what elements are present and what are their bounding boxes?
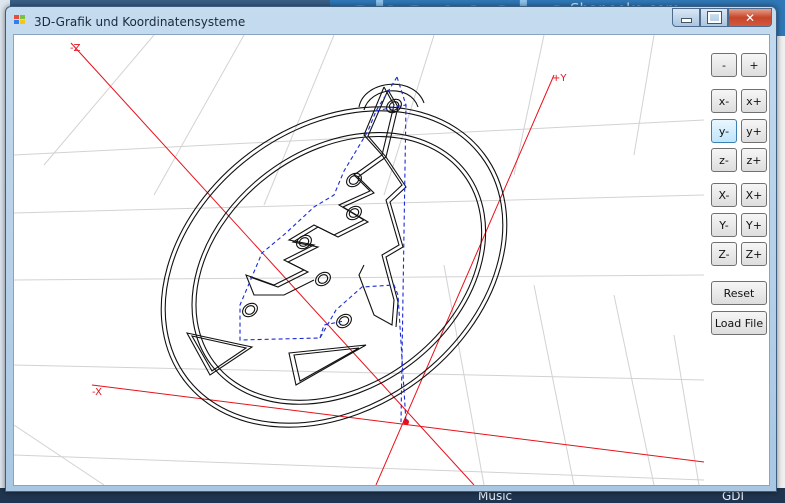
rotate-z-plus-button[interactable]: z+ — [741, 148, 767, 172]
move-z-plus-button[interactable]: Z+ — [741, 242, 767, 266]
rotate-z-minus-button[interactable]: z- — [711, 148, 737, 172]
move-x-plus-button[interactable]: X+ — [741, 183, 767, 207]
move-x-minus-button[interactable]: X- — [711, 183, 737, 207]
rotate-y-minus-button[interactable]: y- — [711, 119, 737, 143]
close-button[interactable]: ✕ — [728, 8, 772, 27]
window-title: 3D-Grafik und Koordinatensysteme — [34, 15, 246, 29]
move-y-minus-button[interactable]: Y- — [711, 213, 737, 237]
z-axis — [70, 42, 475, 485]
maximize-icon — [706, 11, 722, 24]
window-controls: ✕ — [672, 8, 772, 27]
rotate-x-plus-button[interactable]: x+ — [741, 89, 767, 113]
axis-label-neg-z: -Z — [70, 43, 81, 54]
x-axis — [91, 384, 704, 463]
minimize-button[interactable] — [672, 8, 700, 27]
client-area: -Z +Y -X - + x- x+ y- y+ z- z+ X- X+ Y- … — [13, 34, 770, 486]
ornament-model — [160, 83, 508, 428]
ground-grid — [14, 35, 704, 485]
axis-label-neg-x: -X — [92, 387, 102, 398]
zoom-in-button[interactable]: + — [741, 53, 767, 77]
reset-button[interactable]: Reset — [711, 281, 767, 305]
move-y-plus-button[interactable]: Y+ — [741, 213, 767, 237]
main-window: 3D-Grafik und Koordinatensysteme ✕ -Z +Y… — [5, 6, 777, 492]
rotate-y-plus-button[interactable]: y+ — [741, 119, 767, 143]
move-z-minus-button[interactable]: Z- — [711, 242, 737, 266]
title-bar[interactable]: 3D-Grafik und Koordinatensysteme ✕ — [6, 7, 776, 33]
app-icon — [14, 15, 26, 25]
3d-viewport[interactable]: -Z +Y -X — [14, 35, 704, 485]
maximize-button[interactable] — [700, 8, 728, 27]
minimize-icon — [680, 17, 692, 23]
zoom-out-button[interactable]: - — [711, 53, 737, 77]
load-file-button[interactable]: Load File — [711, 311, 767, 335]
rotate-x-minus-button[interactable]: x- — [711, 89, 737, 113]
close-icon: ✕ — [744, 10, 756, 25]
axis-label-pos-y: +Y — [552, 73, 567, 84]
